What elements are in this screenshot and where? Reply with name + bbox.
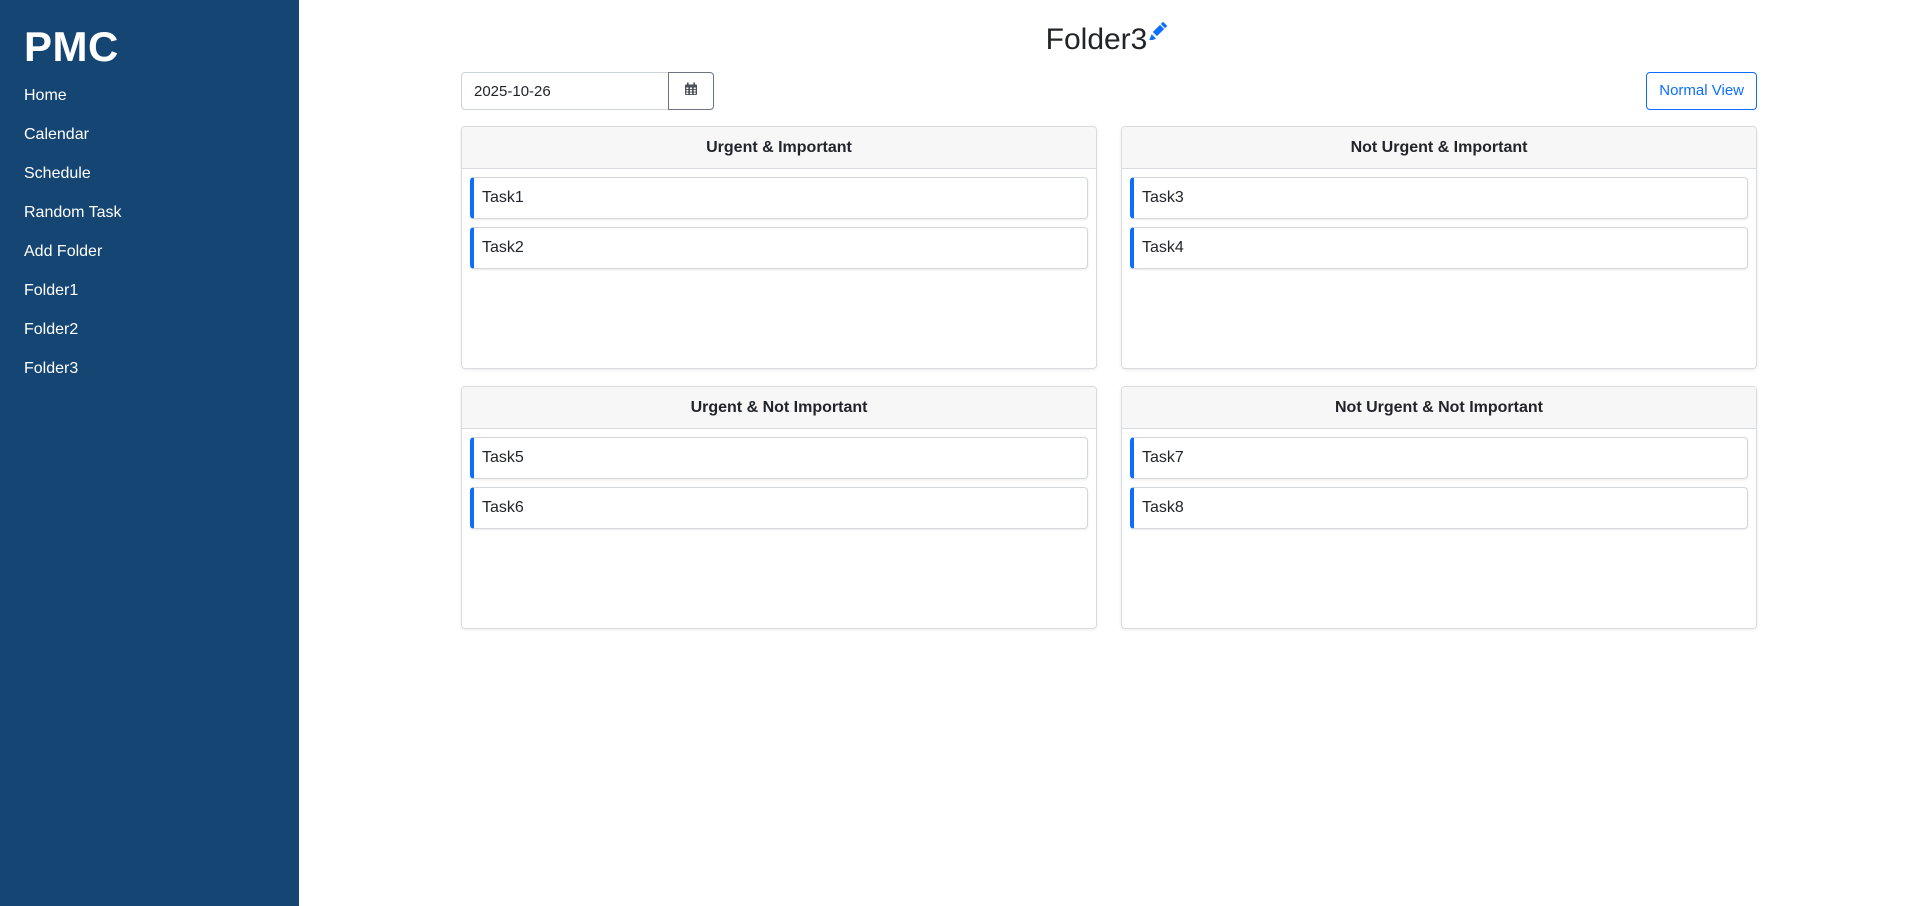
eisenhower-matrix: Urgent & Important Task1 Task2 Not Urgen… <box>461 126 1757 629</box>
sidebar-item-folder3[interactable]: Folder3 <box>24 349 275 388</box>
main-content: Folder3 2025-10-26 Normal View Urgent & … <box>299 0 1914 906</box>
task-card[interactable]: Task8 <box>1130 487 1748 529</box>
quadrant-title: Urgent & Not Important <box>462 387 1096 429</box>
calendar-icon <box>684 82 698 101</box>
sidebar-item-folder2[interactable]: Folder2 <box>24 310 275 349</box>
quadrant-title: Not Urgent & Not Important <box>1122 387 1756 429</box>
task-card[interactable]: Task2 <box>470 227 1088 269</box>
sidebar-item-home[interactable]: Home <box>24 76 275 115</box>
title-row: Folder3 <box>299 18 1914 62</box>
app-root: PMC Home Calendar Schedule Random Task A… <box>0 0 1914 906</box>
task-list: Task5 Task6 <box>462 429 1096 529</box>
task-list: Task1 Task2 <box>462 169 1096 269</box>
calendar-button[interactable] <box>668 72 714 110</box>
task-card[interactable]: Task4 <box>1130 227 1748 269</box>
normal-view-button[interactable]: Normal View <box>1646 72 1757 110</box>
task-card[interactable]: Task5 <box>470 437 1088 479</box>
sidebar: PMC Home Calendar Schedule Random Task A… <box>0 0 299 906</box>
quadrant-title: Not Urgent & Important <box>1122 127 1756 169</box>
task-card[interactable]: Task1 <box>470 177 1088 219</box>
page-title: Folder3 <box>1045 23 1148 56</box>
sidebar-nav: Home Calendar Schedule Random Task Add F… <box>24 76 275 388</box>
quadrant-not-urgent-not-important: Not Urgent & Not Important Task7 Task8 <box>1121 386 1757 629</box>
quadrant-not-urgent-important: Not Urgent & Important Task3 Task4 <box>1121 126 1757 369</box>
task-card[interactable]: Task7 <box>1130 437 1748 479</box>
pencil-icon[interactable] <box>1149 22 1168 45</box>
task-card[interactable]: Task3 <box>1130 177 1748 219</box>
quadrant-urgent-not-important: Urgent & Not Important Task5 Task6 <box>461 386 1097 629</box>
sidebar-item-folder1[interactable]: Folder1 <box>24 271 275 310</box>
date-input[interactable] <box>461 72 668 110</box>
task-list: Task3 Task4 <box>1122 169 1756 269</box>
sidebar-item-schedule[interactable]: Schedule <box>24 154 275 193</box>
sidebar-item-calendar[interactable]: Calendar <box>24 115 275 154</box>
date-picker <box>461 72 714 110</box>
task-card[interactable]: Task6 <box>470 487 1088 529</box>
quadrant-title: Urgent & Important <box>462 127 1096 169</box>
quadrant-urgent-important: Urgent & Important Task1 Task2 <box>461 126 1097 369</box>
task-list: Task7 Task8 <box>1122 429 1756 529</box>
brand-logo[interactable]: PMC <box>24 22 275 72</box>
toolbar: Normal View <box>461 72 1757 110</box>
sidebar-item-random-task[interactable]: Random Task <box>24 193 275 232</box>
sidebar-item-add-folder[interactable]: Add Folder <box>24 232 275 271</box>
